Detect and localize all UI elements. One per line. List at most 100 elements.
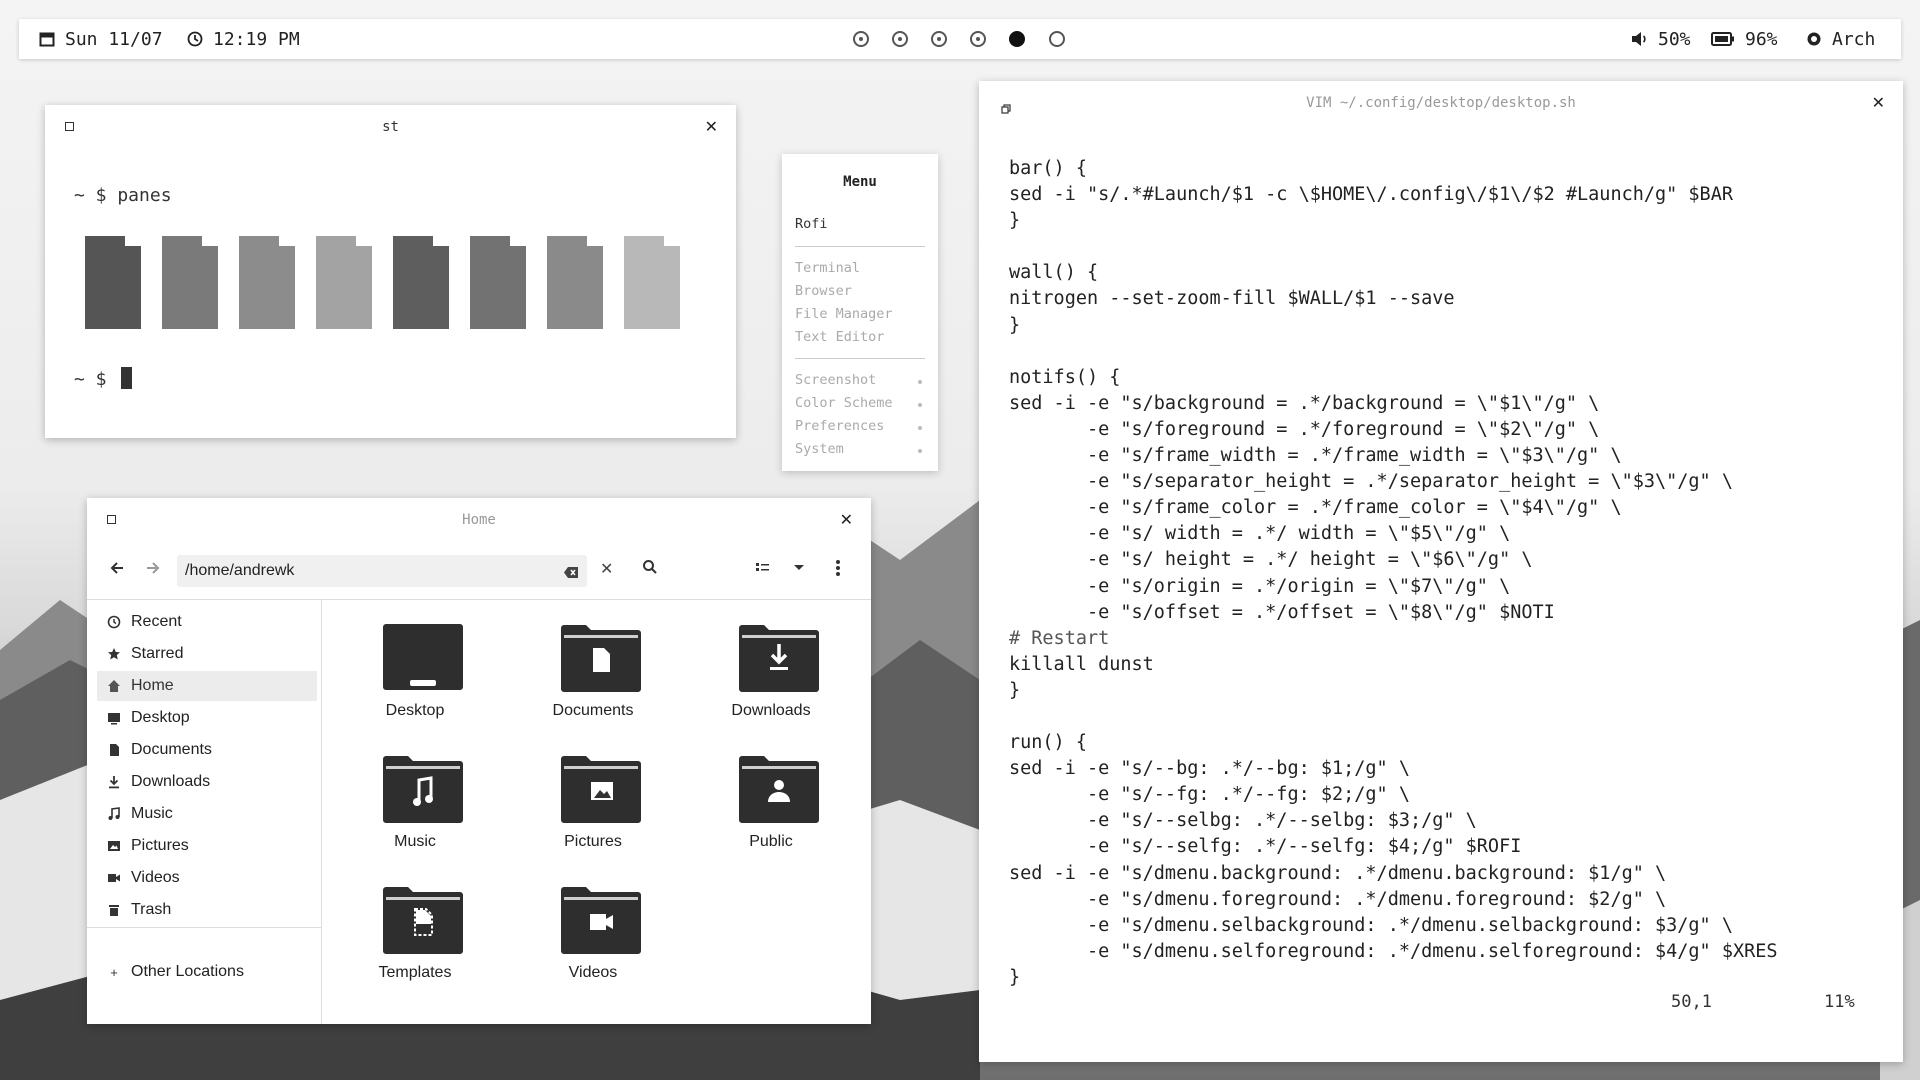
code-line: -e "s/ width = .*/ width = \"$5\"/g" \ [1009,523,1511,545]
folder-templates[interactable]: Templates [340,884,490,994]
cancel-icon[interactable]: ✕ [600,559,613,578]
code-line: -e "s/dmenu.selforeground: .*/dmenu.self… [1009,940,1778,962]
sidebar-item-home[interactable]: Home [97,671,317,701]
folder-documents[interactable]: Documents [518,622,668,732]
sidebar-item-desktop[interactable]: Desktop [97,703,317,733]
menu-item-system[interactable]: System [795,441,844,457]
sidebar-item-other-locations[interactable]: + Other Locations [97,957,317,987]
sidebar-item-music[interactable]: Music [97,799,317,829]
forward-arrow-icon[interactable] [145,560,161,580]
code-line: -e "s/offset = .*/offset = \"$8\"/g" $NO… [1009,601,1555,623]
status-bar: Sun 11/07 12:19 PM 50% 96% Arch [19,19,1901,59]
code-line: sed -i "s/.*#Launch/$1 -c \$HOME\/.confi… [1009,184,1733,206]
folder-pictures[interactable]: Pictures [518,753,668,863]
menu-item-file-manager[interactable]: File Manager [795,306,893,322]
menu-item-screenshot[interactable]: Screenshot [795,372,876,388]
code-line: } [1009,966,1021,988]
date-text: Sun 11/07 [65,28,163,50]
picture-icon [107,839,121,853]
code-line: -e "s/--selfg: .*/--selfg: $4;/g" $ROFI [1009,836,1522,858]
sidebar-item-pictures[interactable]: Pictures [97,831,317,861]
file-manager-window[interactable]: Home ✕ /home/andrewk ✕ Recent Starred Home… [87,498,871,1024]
music-folder-icon [383,756,463,823]
code-line: run() { [1009,732,1087,754]
battery-widget[interactable]: 96% [1711,19,1778,59]
code-line: notifs() { [1009,366,1121,388]
sidebar-item-documents[interactable]: Documents [97,735,317,765]
menu-item-browser[interactable]: Browser [795,283,852,299]
view-list-icon[interactable] [755,559,771,579]
pane-swatch [85,236,141,329]
sidebar-item-label: Music [131,805,173,822]
vim-window[interactable]: VIM ~/.config/desktop/desktop.sh ✕ bar()… [979,81,1903,1062]
workspace-6[interactable] [1049,31,1065,47]
close-icon[interactable]: ✕ [840,510,853,529]
sidebar-item-label: Downloads [131,773,211,790]
code-line: -e "s/frame_color = .*/frame_color = \"$… [1009,497,1622,519]
templates-folder-icon [383,887,463,954]
folder-public[interactable]: Public [696,753,846,863]
sidebar: Recent Starred Home Desktop Documents Downloa… [87,600,322,1024]
location-input[interactable]: /home/andrewk [185,562,294,580]
workspace-3[interactable] [931,31,947,47]
divider [795,246,925,247]
submenu-bullet-icon [918,403,922,407]
volume-icon [1632,32,1646,46]
sidebar-item-videos[interactable]: Videos [97,863,317,893]
rofi-menu[interactable]: Menu Rofi Terminal Browser File Manager … [782,154,938,471]
pane-swatch [470,236,526,329]
back-arrow-icon[interactable] [109,560,125,580]
clock-widget[interactable]: 12:19 PM [187,19,300,59]
sidebar-item-downloads[interactable]: Downloads [97,767,317,797]
menu-item-text-editor[interactable]: Text Editor [795,329,884,345]
code-line: -e "s/dmenu.foreground: .*/dmenu.foregro… [1009,888,1667,910]
menu-item-color-scheme[interactable]: Color Scheme [795,395,893,411]
clear-icon[interactable] [563,564,579,583]
music-icon [107,807,121,821]
sidebar-item-label: Documents [131,741,212,758]
sidebar-item-recent[interactable]: Recent [97,607,317,637]
code-editor[interactable]: bar() {sed -i "s/.*#Launch/$1 -c \$HOME\… [1009,156,1778,991]
workspace-5-active[interactable] [1009,31,1025,47]
folder-downloads[interactable]: Downloads [696,622,846,732]
volume-widget[interactable]: 50% [1631,19,1691,59]
volume-text: 50% [1658,28,1691,50]
folder-label: Downloads [731,702,811,719]
code-line: -e "s/frame_width = .*/frame_width = \"$… [1009,445,1622,467]
folder-label: Documents [552,702,634,719]
location-bar[interactable]: /home/andrewk [177,555,587,587]
rofi-selected[interactable]: Rofi [795,216,828,232]
code-line: nitrogen --set-zoom-fill $WALL/$1 --save [1009,288,1455,310]
terminal-line-1: ~ $ panes [74,185,172,206]
folder-desktop[interactable]: Desktop [340,622,490,732]
folder-label: Pictures [564,833,622,850]
menu-dots-icon[interactable] [835,559,841,581]
prompt-text: ~ $ [74,369,107,390]
menu-item-terminal[interactable]: Terminal [795,260,860,276]
window-title: VIM ~/.config/desktop/desktop.sh [1306,95,1576,111]
terminal-prompt[interactable]: ~ $ [74,367,133,390]
sidebar-item-starred[interactable]: Starred [97,639,317,669]
pane-swatch [547,236,603,329]
terminal-window[interactable]: st ✕ ~ $ panes ~ $ [45,105,736,438]
folder-music[interactable]: Music [340,753,490,863]
close-icon[interactable]: ✕ [1872,93,1885,112]
workspace-2[interactable] [892,31,908,47]
close-icon[interactable]: ✕ [705,117,718,136]
os-widget[interactable]: Arch [1806,19,1875,59]
code-line: killall dunst [1009,653,1154,675]
chevron-down-icon[interactable] [792,559,806,579]
workspace-4[interactable] [970,31,986,47]
code-line: } [1009,210,1021,232]
menu-item-preferences[interactable]: Preferences [795,418,884,434]
sidebar-item-trash[interactable]: Trash [97,895,317,925]
menu-title: Menu [843,174,877,190]
sidebar-item-label: Starred [131,645,184,662]
workspace-1[interactable] [853,31,869,47]
date-widget[interactable]: Sun 11/07 [39,19,163,59]
search-icon[interactable] [642,559,658,579]
folder-videos[interactable]: Videos [518,884,668,994]
code-line: -e "s/--selbg: .*/--selbg: $3;/g" \ [1009,810,1477,832]
clock-icon [187,31,203,47]
